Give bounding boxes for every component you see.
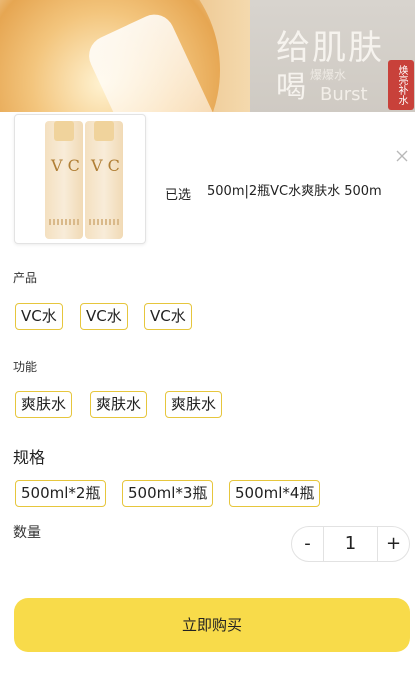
spec-option[interactable]: 500ml*3瓶: [122, 480, 214, 507]
function-option[interactable]: 爽肤水: [15, 391, 73, 418]
product-section-title: 产品: [13, 271, 38, 285]
banner-subtitle: 爆爆水: [310, 68, 347, 82]
spec-option[interactable]: 500ml*4瓶: [229, 480, 321, 507]
banner-seal: 焕亮补水: [388, 60, 414, 110]
bottle-right: V C: [85, 121, 123, 239]
product-option[interactable]: VC水: [144, 303, 192, 330]
product-banner-image: 给肌肤 喝 爆爆水 Burst 焕亮补水: [0, 0, 415, 112]
bottle-label: V C: [51, 156, 80, 175]
quantity-section-title: 数量: [13, 525, 41, 541]
close-icon[interactable]: [394, 148, 410, 164]
spec-option[interactable]: 500ml*2瓶: [15, 480, 107, 507]
banner-subtitle-en: Burst: [320, 84, 368, 105]
bottle-label: V C: [91, 156, 120, 175]
function-option[interactable]: 爽肤水: [90, 391, 148, 418]
spec-section-title: 规格: [13, 448, 46, 467]
quantity-stepper: - 1 +: [291, 526, 410, 562]
selected-value: 500m|2瓶VC水爽肤水 500m: [207, 184, 382, 199]
sku-selector-sheet: V C V C 已选 500m|2瓶VC水爽肤水 500m 产品 VC水 VC水…: [0, 112, 415, 673]
function-option[interactable]: 爽肤水: [165, 391, 223, 418]
function-section-title: 功能: [13, 360, 38, 374]
bottle-left: V C: [45, 121, 83, 239]
product-option[interactable]: VC水: [15, 303, 63, 330]
decrement-button[interactable]: -: [292, 527, 323, 561]
banner-headline-2: 喝: [276, 70, 306, 105]
selected-label: 已选: [165, 188, 192, 203]
quantity-value[interactable]: 1: [323, 527, 378, 561]
buy-now-button[interactable]: 立即购买: [14, 598, 410, 652]
increment-button[interactable]: +: [378, 527, 409, 561]
product-thumbnail[interactable]: V C V C: [14, 114, 146, 244]
product-option[interactable]: VC水: [80, 303, 128, 330]
